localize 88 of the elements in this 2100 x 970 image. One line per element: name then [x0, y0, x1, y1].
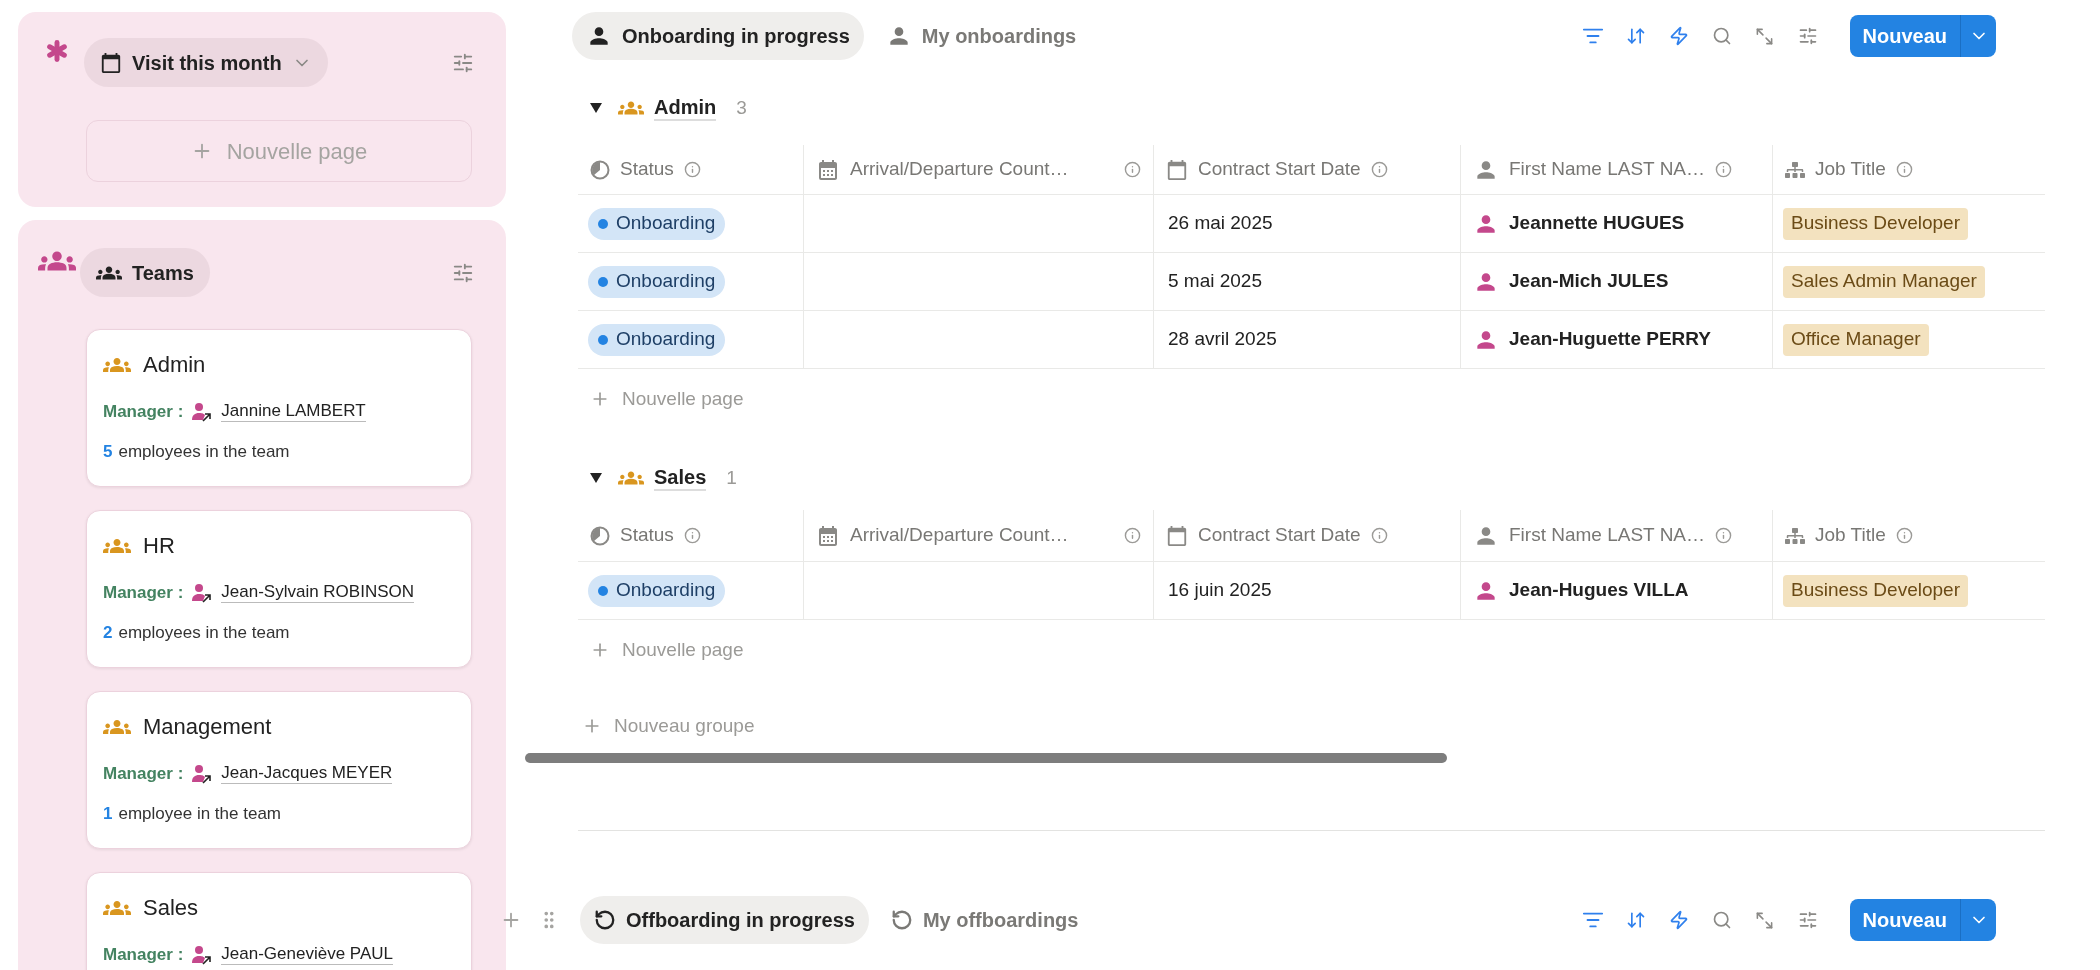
info-icon — [1370, 161, 1388, 178]
status-tag: Onboarding — [588, 207, 726, 240]
info-icon — [683, 161, 701, 178]
manager-label: Manager : — [103, 582, 184, 604]
status-icon — [590, 525, 610, 546]
view-tab[interactable]: My offboardings — [876, 896, 1093, 944]
person-name[interactable]: Jean-Mich JULES — [1509, 267, 1669, 296]
table-cell-text: 5 mai 2025 — [1168, 269, 1262, 294]
scrollbar[interactable] — [525, 753, 1447, 763]
view-tab[interactable]: Onboarding in progress — [572, 12, 864, 60]
column-header[interactable]: Job Title — [1815, 521, 1886, 550]
group-count: 1 — [726, 465, 737, 490]
job-tag: Sales Admin Manager — [1783, 265, 1985, 298]
column-header[interactable]: Contract Start Date — [1198, 155, 1361, 184]
employee-count: 5 — [103, 440, 113, 463]
view-selector[interactable]: Visit this month — [84, 38, 328, 87]
employee-count: 2 — [103, 621, 113, 644]
column-header[interactable]: Status — [620, 155, 674, 184]
info-icon — [683, 527, 701, 544]
undo-icon — [594, 909, 616, 931]
team-name: Sales — [143, 894, 199, 922]
employee-count-text: employees in the team — [118, 440, 290, 463]
undo-icon — [890, 909, 913, 931]
manager-link[interactable]: Jean-Jacques MEYER — [221, 763, 393, 785]
calendar-icon — [816, 523, 840, 548]
team-card[interactable]: Admin Manager : Jannine LAMBERT 5 employees in the team — [86, 329, 472, 487]
manager-label: Manager : — [103, 763, 184, 785]
column-header[interactable]: Status — [620, 521, 674, 550]
info-icon — [1895, 527, 1913, 544]
manager-link[interactable]: Jannine LAMBERT — [221, 401, 366, 423]
person-name[interactable]: Jeannette HUGUES — [1509, 209, 1685, 238]
column-header[interactable]: First Name LAST NA… — [1509, 155, 1706, 184]
caret-icon — [590, 473, 602, 483]
team-card[interactable]: HR Manager : Jean-Sylvain ROBINSON 2 employees in the team — [86, 510, 472, 668]
team-card[interactable]: Management Manager : Jean-Jacques MEYER 1 employee in the team — [86, 691, 472, 849]
employee-count: 1 — [103, 802, 113, 825]
table-cell-text: 28 avril 2025 — [1168, 327, 1277, 352]
info-icon — [1370, 527, 1388, 544]
manager-icon — [191, 401, 214, 422]
manager-label: Manager : — [103, 944, 184, 966]
team-name: Admin — [143, 351, 206, 379]
job-tag: Office Manager — [1783, 323, 1929, 356]
column-header[interactable]: Arrival/Departure Count… — [850, 521, 1069, 550]
status-icon — [590, 159, 610, 180]
person-name[interactable]: Jean-Huguette PERRY — [1509, 325, 1711, 354]
info-icon — [1715, 527, 1733, 544]
manager-label: Manager : — [103, 401, 184, 423]
column-header[interactable]: Contract Start Date — [1198, 521, 1361, 550]
team-card[interactable]: Sales Manager : Jean-Geneviève PAUL — [86, 872, 472, 970]
settings-icon[interactable] — [452, 51, 474, 74]
calendar-icon — [816, 157, 840, 182]
team-name: Management — [143, 713, 272, 741]
view-tab[interactable]: My onboardings — [871, 12, 1091, 60]
info-icon — [1895, 161, 1913, 178]
employee-count-text: employees in the team — [118, 621, 290, 644]
view-tab[interactable]: Offboarding in progress — [580, 896, 869, 944]
info-icon — [1715, 161, 1733, 178]
status-tag: Onboarding — [588, 265, 726, 298]
person-name[interactable]: Jean-Hugues VILLA — [1509, 576, 1689, 605]
employee-count-text: employee in the team — [118, 802, 281, 825]
group-count: 3 — [736, 95, 747, 120]
column-header[interactable]: Arrival/Departure Count… — [850, 155, 1069, 184]
manager-icon — [191, 763, 214, 784]
team-name: HR — [143, 532, 175, 560]
table-cell-text: 16 juin 2025 — [1168, 578, 1272, 603]
manager-icon — [191, 944, 214, 965]
org-chart-icon — [1785, 159, 1805, 180]
column-header[interactable]: Job Title — [1815, 155, 1886, 184]
calendar-icon — [1166, 158, 1188, 181]
settings-icon[interactable] — [452, 261, 474, 284]
status-tag: Onboarding — [588, 574, 726, 607]
manager-link[interactable]: Jean-Sylvain ROBINSON — [221, 582, 415, 604]
caret-icon — [590, 103, 602, 113]
calendar-icon — [1166, 524, 1188, 547]
group-title[interactable]: Sales — [654, 465, 707, 491]
column-header[interactable]: First Name LAST NA… — [1509, 521, 1706, 550]
manager-icon — [191, 582, 214, 603]
job-tag: Business Developer — [1783, 207, 1968, 240]
status-tag: Onboarding — [588, 323, 726, 356]
info-icon — [1124, 161, 1141, 178]
view-selector[interactable]: Teams — [80, 248, 210, 297]
group-title[interactable]: Admin — [654, 95, 717, 121]
table-cell-text: 26 mai 2025 — [1168, 211, 1273, 236]
job-tag: Business Developer — [1783, 574, 1968, 607]
calendar-icon — [100, 51, 122, 74]
org-chart-icon — [1785, 525, 1805, 546]
manager-link[interactable]: Jean-Geneviève PAUL — [221, 944, 393, 966]
info-icon — [1124, 527, 1141, 544]
